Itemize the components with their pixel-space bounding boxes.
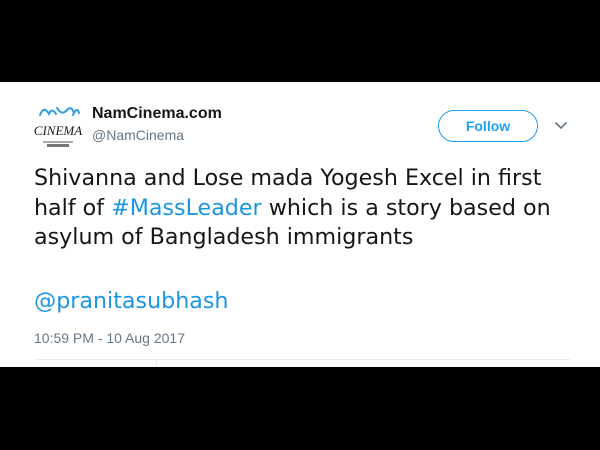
divider <box>34 359 570 360</box>
tweet-card: CINEMA NamCinema.com @NamCinema Follow S… <box>0 82 600 367</box>
tweet-text-line-1: Shivanna and Lose mada Yogesh Excel in f… <box>34 165 542 191</box>
tweet-text: Shivanna and Lose mada Yogesh Excel in f… <box>34 164 594 253</box>
screenshot-frame: CINEMA NamCinema.com @NamCinema Follow S… <box>0 0 600 450</box>
account-handle[interactable]: @NamCinema <box>92 127 184 143</box>
mention-link[interactable]: @pranitasubhash <box>34 287 229 317</box>
tweet-text-line-3: asylum of Bangladesh immigrants <box>34 224 414 250</box>
follow-button[interactable]: Follow <box>438 110 538 142</box>
avatar-logo-text: CINEMA <box>34 123 82 138</box>
divider-tick <box>156 359 157 367</box>
tweet-text-fragment: half of <box>34 194 112 221</box>
hashtag-link[interactable]: #MassLeader <box>111 195 262 221</box>
tweet-timestamp[interactable]: 10:59 PM - 10 Aug 2017 <box>34 330 185 346</box>
account-display-name[interactable]: NamCinema.com <box>92 105 222 123</box>
tweet-text-fragment: which is a story based on <box>261 194 551 221</box>
chevron-down-icon[interactable] <box>553 120 569 132</box>
tweet-text-line-2: half of #MassLeader which is a story bas… <box>34 194 594 224</box>
namcinema-logo-icon[interactable]: CINEMA <box>33 102 83 152</box>
